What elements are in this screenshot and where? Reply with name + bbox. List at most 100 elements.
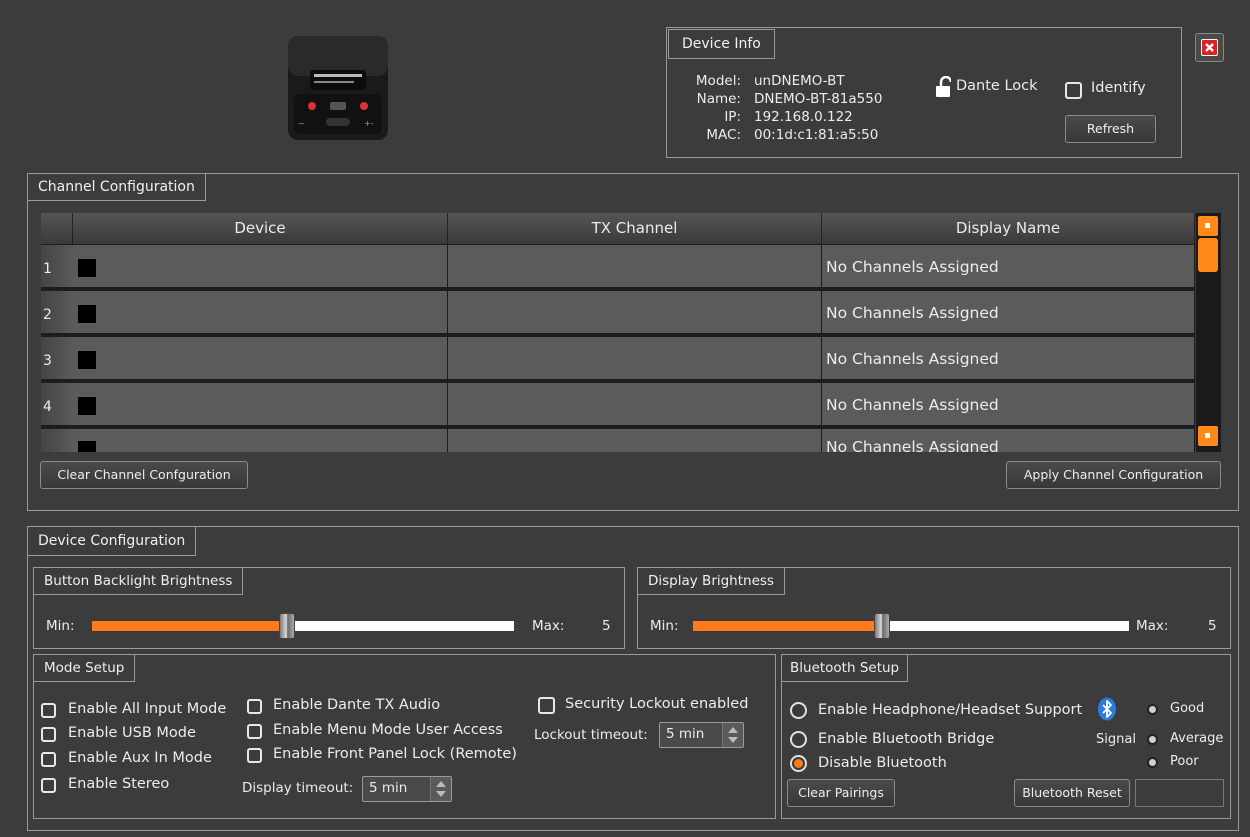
bluetooth-icon	[1097, 697, 1117, 721]
column-header-tx-channel[interactable]: TX Channel	[448, 213, 822, 244]
mode-setup-title: Mode Setup	[33, 654, 136, 682]
tx-channel-cell[interactable]	[448, 383, 822, 427]
headphone-support-radio[interactable]	[790, 702, 807, 719]
signal-label: Signal	[1096, 732, 1136, 747]
display-name-cell[interactable]: No Channels Assigned	[822, 291, 1195, 335]
row-number: 1	[41, 245, 73, 289]
name-value: DNEMO-BT-81a550	[754, 91, 883, 107]
display-slider-thumb[interactable]	[874, 613, 890, 639]
color-swatch	[78, 305, 96, 323]
security-lockout-label: Security Lockout enabled	[565, 696, 749, 712]
backlight-value: 5	[602, 618, 611, 634]
backlight-max-label: Max:	[532, 618, 565, 634]
ip-label: IP:	[724, 109, 741, 125]
display-name-cell[interactable]: No Channels Assigned	[822, 383, 1195, 427]
identify-label: Identify	[1091, 80, 1146, 96]
apply-channel-configuration-button[interactable]: Apply Channel Configuration	[1006, 461, 1221, 489]
backlight-slider-track[interactable]	[280, 621, 514, 631]
backlight-slider-thumb[interactable]	[279, 613, 295, 639]
bluetooth-bridge-radio[interactable]	[790, 731, 807, 748]
row-number: 2	[41, 291, 73, 335]
device-info-panel: Device Info Model: unDNEMO-BT Name: DNEM…	[666, 27, 1182, 158]
table-row[interactable]: No Channels Assigned	[41, 429, 1195, 452]
enable-dante-tx-audio-checkbox[interactable]	[247, 699, 262, 714]
enable-front-panel-lock-label: Enable Front Panel Lock (Remote)	[273, 746, 517, 762]
table-row[interactable]: 4 No Channels Assigned	[41, 383, 1195, 427]
clear-pairings-button[interactable]: Clear Pairings	[787, 779, 895, 807]
row-number	[41, 429, 73, 452]
mac-value: 00:1d:c1:81:a5:50	[754, 127, 879, 143]
enable-stereo-label: Enable Stereo	[68, 776, 170, 792]
close-button[interactable]	[1195, 33, 1224, 62]
display-slider-track[interactable]	[883, 621, 1129, 631]
table-scrollbar[interactable]	[1196, 213, 1221, 452]
color-swatch	[78, 259, 96, 277]
tx-channel-cell[interactable]	[448, 337, 822, 381]
unlock-icon[interactable]	[935, 75, 953, 98]
column-header-display-name[interactable]: Display Name	[822, 213, 1195, 244]
refresh-button[interactable]: Refresh	[1065, 115, 1156, 143]
scroll-up-button[interactable]	[1198, 216, 1218, 236]
table-row[interactable]: 3 No Channels Assigned	[41, 337, 1195, 381]
tx-channel-cell[interactable]	[448, 291, 822, 335]
display-name-cell[interactable]: No Channels Assigned	[822, 245, 1195, 289]
headphone-support-label: Enable Headphone/Headset Support	[818, 702, 1083, 718]
ip-value: 192.168.0.122	[754, 109, 853, 125]
close-icon	[1201, 39, 1218, 56]
disable-bluetooth-radio[interactable]	[790, 755, 807, 772]
device-cell[interactable]	[73, 383, 448, 427]
backlight-slider-fill	[92, 621, 280, 631]
enable-aux-in-mode-label: Enable Aux In Mode	[68, 750, 212, 766]
lockout-timeout-value: 5 min	[666, 726, 705, 742]
scroll-thumb[interactable]	[1198, 238, 1218, 272]
table-row[interactable]: 1 No Channels Assigned	[41, 245, 1195, 289]
color-swatch	[78, 351, 96, 369]
table-row[interactable]: 2 No Channels Assigned	[41, 291, 1195, 335]
enable-aux-in-mode-checkbox[interactable]	[41, 752, 56, 767]
device-configuration-title: Device Configuration	[27, 526, 197, 556]
spin-arrows-icon[interactable]	[722, 723, 743, 747]
color-swatch	[78, 441, 96, 452]
enable-all-input-mode-checkbox[interactable]	[41, 703, 56, 718]
display-brightness-title: Display Brightness	[637, 567, 785, 595]
bluetooth-bridge-label: Enable Bluetooth Bridge	[818, 731, 995, 747]
device-cell[interactable]	[73, 245, 448, 289]
identify-checkbox[interactable]	[1065, 82, 1082, 99]
channel-table: Device TX Channel Display Name 1 No Chan…	[41, 213, 1195, 452]
enable-usb-mode-checkbox[interactable]	[41, 727, 56, 742]
enable-front-panel-lock-checkbox[interactable]	[247, 748, 262, 763]
dante-lock-label: Dante Lock	[956, 78, 1038, 94]
spin-arrows-icon[interactable]	[430, 777, 451, 801]
display-min-label: Min:	[650, 618, 679, 634]
display-name-cell[interactable]: No Channels Assigned	[822, 429, 1195, 452]
name-label: Name:	[696, 91, 741, 107]
enable-usb-mode-label: Enable USB Mode	[68, 725, 196, 741]
bluetooth-reset-button[interactable]: Bluetooth Reset	[1014, 779, 1130, 807]
enable-stereo-checkbox[interactable]	[41, 778, 56, 793]
tx-channel-cell[interactable]	[448, 429, 822, 452]
display-timeout-value: 5 min	[369, 780, 408, 796]
display-timeout-spinbox[interactable]: 5 min	[362, 776, 452, 802]
lockout-timeout-label: Lockout timeout:	[534, 727, 648, 743]
device-cell[interactable]	[73, 337, 448, 381]
device-cell[interactable]	[73, 429, 448, 452]
column-header-device[interactable]: Device	[73, 213, 448, 244]
enable-menu-mode-user-access-checkbox[interactable]	[247, 724, 262, 739]
tx-channel-cell[interactable]	[448, 245, 822, 289]
row-number: 4	[41, 383, 73, 427]
lockout-timeout-spinbox[interactable]: 5 min	[659, 722, 744, 748]
scroll-down-button[interactable]	[1198, 426, 1218, 446]
enable-all-input-mode-label: Enable All Input Mode	[68, 701, 227, 717]
security-lockout-checkbox[interactable]	[538, 697, 555, 714]
signal-poor-indicator	[1149, 759, 1156, 766]
device-cell[interactable]	[73, 291, 448, 335]
svg-text:~: ~	[298, 119, 305, 128]
signal-poor-label: Poor	[1170, 754, 1199, 769]
button-backlight-panel: Button Backlight Brightness Min: Max: 5	[33, 567, 625, 649]
clear-channel-configuration-button[interactable]: Clear Channel Confguration	[40, 461, 248, 489]
bluetooth-setup-title: Bluetooth Setup	[781, 654, 909, 682]
enable-menu-mode-user-access-label: Enable Menu Mode User Access	[273, 722, 503, 738]
display-name-cell[interactable]: No Channels Assigned	[822, 337, 1195, 381]
display-brightness-panel: Display Brightness Min: Max: 5	[637, 567, 1231, 649]
display-max-label: Max:	[1136, 618, 1169, 634]
